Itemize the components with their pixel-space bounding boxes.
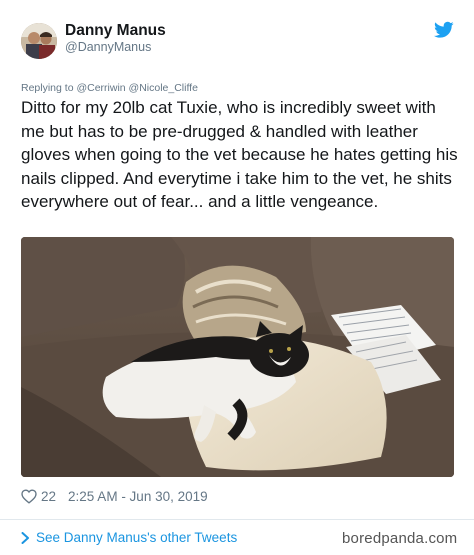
see-more-tweets-label[interactable]: See Danny Manus's other Tweets bbox=[36, 530, 237, 545]
reply-mentions[interactable]: @Cerriwin @Nicole_Cliffe bbox=[76, 82, 198, 94]
tweet-meta: 22 2:25 AM - Jun 30, 2019 bbox=[21, 487, 208, 505]
replying-to-line: Replying to @Cerriwin @Nicole_Cliffe bbox=[21, 82, 198, 94]
twitter-bird-icon[interactable] bbox=[434, 21, 454, 39]
boredpanda-watermark: boredpanda.com bbox=[342, 530, 458, 547]
author-name[interactable]: Danny Manus bbox=[65, 22, 166, 40]
tweet-card: Danny Manus @DannyManus Replying to @Cer… bbox=[0, 0, 474, 555]
replying-to-prefix: Replying to bbox=[21, 82, 74, 94]
timestamp[interactable]: 2:25 AM - Jun 30, 2019 bbox=[68, 489, 208, 504]
divider bbox=[0, 519, 474, 520]
heart-icon[interactable] bbox=[21, 488, 37, 504]
see-more-tweets-link[interactable]: See Danny Manus's other Tweets bbox=[21, 530, 237, 545]
like-count[interactable]: 22 bbox=[41, 489, 56, 504]
author-avatar[interactable] bbox=[21, 23, 57, 59]
tweet-photo[interactable] bbox=[21, 237, 454, 477]
tweet-text: Ditto for my 20lb cat Tuxie, who is incr… bbox=[21, 98, 458, 211]
author-handle[interactable]: @DannyManus bbox=[65, 40, 151, 54]
chevron-right-icon bbox=[21, 531, 29, 544]
